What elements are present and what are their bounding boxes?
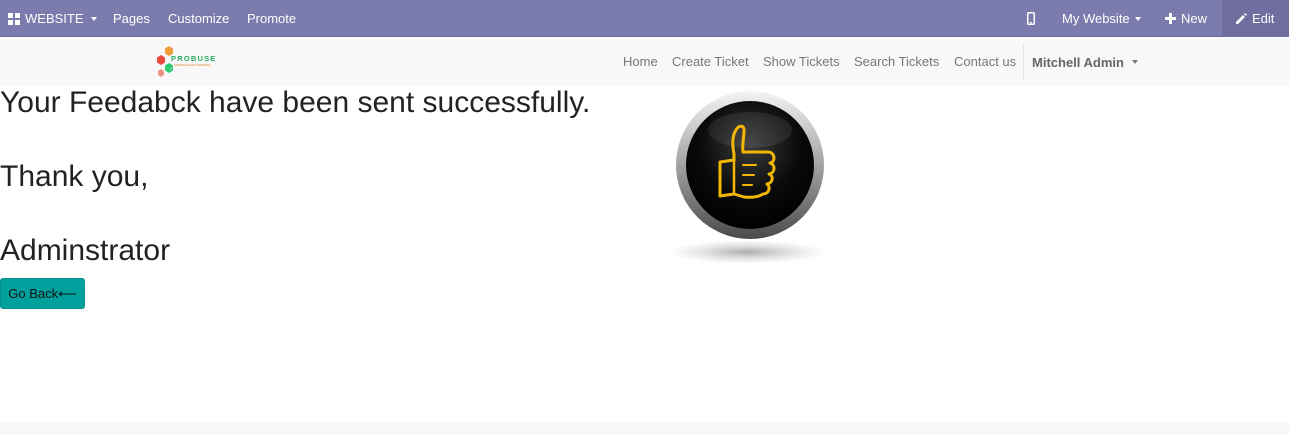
nav-create-ticket[interactable]: Create Ticket [672,38,749,86]
svg-text:STRENGTHENING BUSINESS: STRENGTHENING BUSINESS [174,63,211,67]
company-logo[interactable]: ✓ PROBUSE STRENGTHENING BUSINESS [154,45,220,79]
signature-text: Adminstrator [0,234,171,267]
mobile-preview-icon [1027,12,1035,25]
footer [0,423,1289,435]
thumbs-up-image [664,90,830,270]
new-label: New [1181,11,1208,26]
edit-label: Edit [1252,11,1275,26]
nav-show-tickets[interactable]: Show Tickets [763,38,840,86]
user-name: Mitchell Admin [1032,54,1124,70]
mobile-preview-button[interactable] [1027,0,1035,37]
plus-icon [1165,13,1176,24]
admin-bar: WEBSITE Pages Customize Promote My Websi… [0,0,1289,37]
chevron-down-icon [90,16,97,21]
nav-contact-us[interactable]: Contact us [954,38,1016,86]
customize-label: Customize [168,11,230,26]
pages-label: Pages [113,11,150,26]
thumbs-up-icon [667,91,827,264]
promote-label: Promote [247,11,297,26]
go-back-button[interactable]: Go Back⟵ [0,278,85,309]
svg-text:PROBUSE: PROBUSE [171,54,217,63]
apps-grid-icon [8,12,20,25]
new-button[interactable]: New [1165,0,1207,37]
pages-menu[interactable]: Pages [113,0,150,37]
nav-home[interactable]: Home [623,38,658,86]
chevron-down-icon [1134,16,1141,21]
logo-graphic: ✓ PROBUSE STRENGTHENING BUSINESS [157,46,217,77]
customize-menu[interactable]: Customize [168,0,229,37]
website-menu[interactable]: WEBSITE [8,0,97,37]
chevron-down-icon [1131,60,1138,64]
promote-menu[interactable]: Promote [247,0,296,37]
user-menu[interactable]: Mitchell Admin [1032,38,1138,86]
nav-divider [1023,44,1024,80]
my-website-label: My Website [1062,11,1130,26]
success-message: Your Feedabck have been sent successfull… [0,86,591,119]
nav-search-tickets[interactable]: Search Tickets [854,38,939,86]
edit-button[interactable]: Edit [1222,0,1289,37]
my-website-menu[interactable]: My Website [1062,0,1141,37]
thank-you-text: Thank you, [0,160,149,193]
website-menu-label: WEBSITE [25,11,84,26]
pencil-icon [1236,12,1247,24]
website-navbar: ✓ PROBUSE STRENGTHENING BUSINESS Home Cr… [0,38,1289,86]
